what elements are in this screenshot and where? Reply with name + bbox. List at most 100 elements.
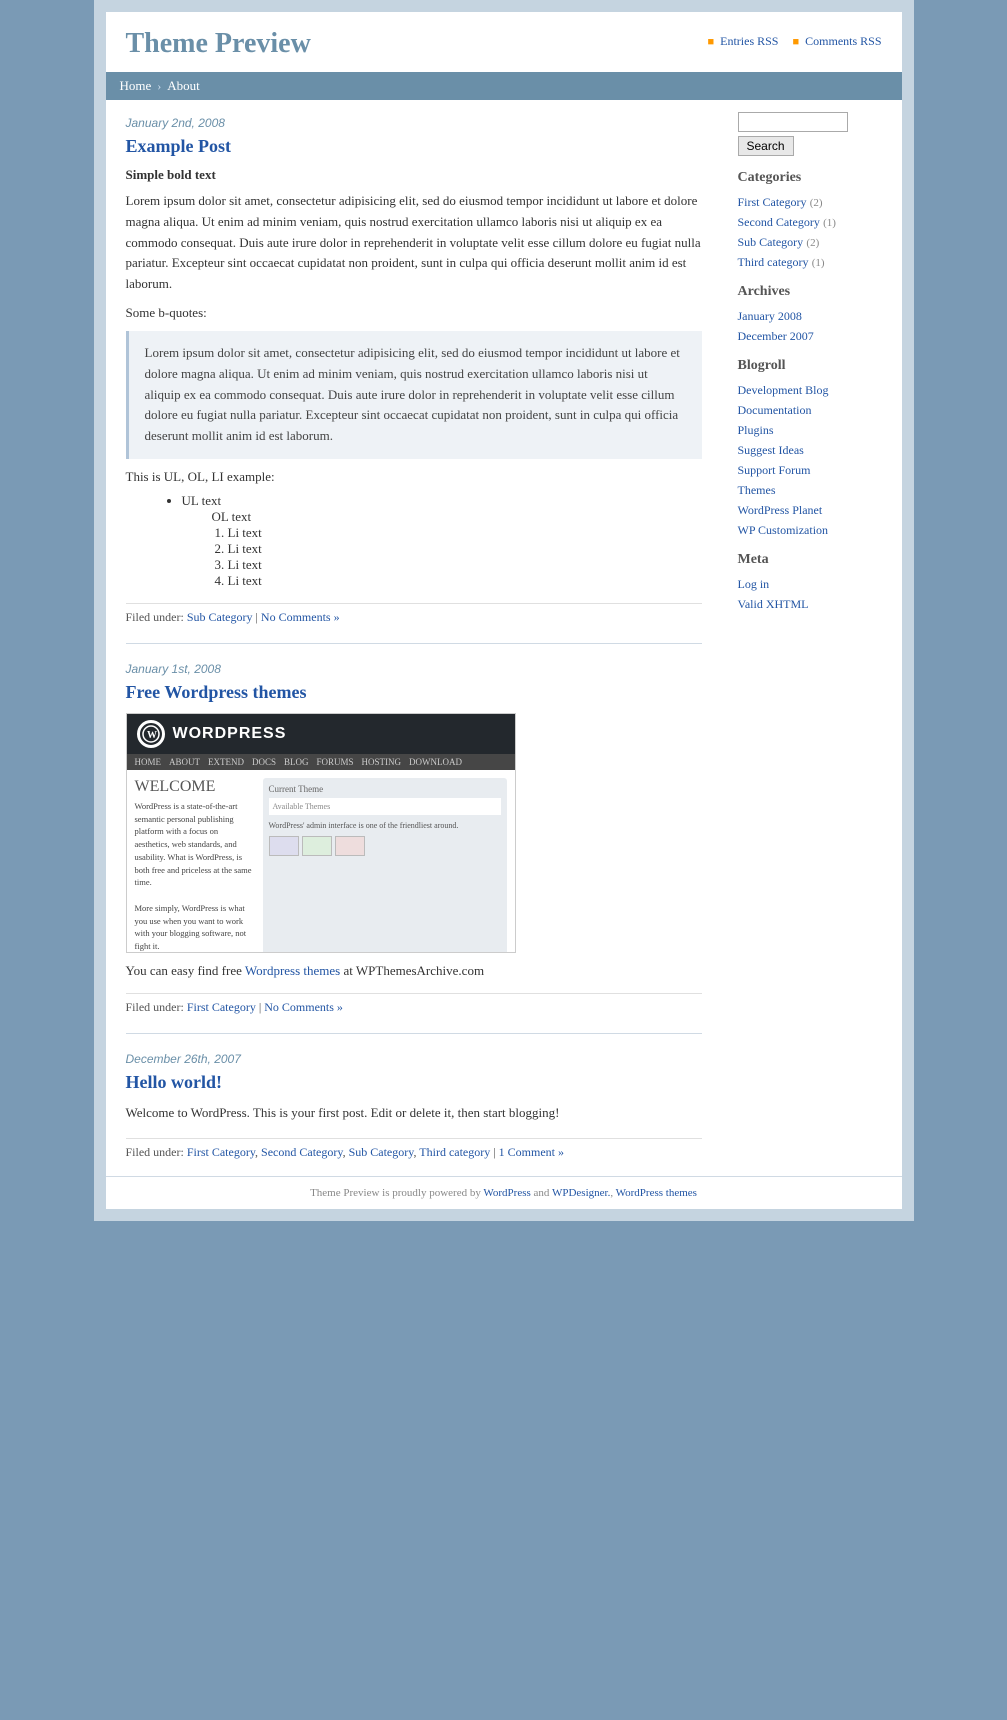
- post2-title-link[interactable]: Free Wordpress themes: [126, 682, 307, 702]
- meta-list: Log in Valid XHTML: [738, 576, 886, 612]
- archive-dec2007[interactable]: December 2007: [738, 329, 814, 343]
- sidebar: Search Categories First Category (2) Sec…: [722, 100, 902, 1176]
- post3-date: December 26th, 2007: [126, 1052, 702, 1066]
- list-item: Valid XHTML: [738, 596, 886, 612]
- nav-home[interactable]: Home: [120, 78, 152, 94]
- post2-filed-under: Filed under: First Category | No Comment…: [126, 993, 702, 1015]
- post3-filed-under: Filed under: First Category, Second Cate…: [126, 1138, 702, 1160]
- post3-comments[interactable]: 1 Comment »: [499, 1145, 564, 1159]
- list-item: Support Forum: [738, 462, 886, 478]
- search-box: Search: [738, 112, 886, 156]
- header-rss: ■ Entries RSS ■ Comments RSS: [707, 34, 881, 49]
- list-item: Plugins: [738, 422, 886, 438]
- blogroll-themes[interactable]: Themes: [738, 483, 776, 497]
- post2-date: January 1st, 2008: [126, 662, 702, 676]
- archives-title: Archives: [738, 284, 886, 300]
- list-item: January 2008: [738, 308, 886, 324]
- post1-filed-under: Filed under: Sub Category | No Comments …: [126, 603, 702, 625]
- wp-body-text: WordPress is a state-of-the-art semantic…: [135, 800, 255, 953]
- wp-body-right: Current Theme Available Themes WordPress…: [263, 778, 507, 953]
- post3-cat4[interactable]: Third category: [419, 1145, 490, 1159]
- ul-text: UL text OL text Li text Li text Li text …: [182, 493, 702, 589]
- wp-name: WORDPRESS: [173, 725, 287, 743]
- rss-icon-comments: ■: [792, 36, 799, 48]
- wp-screenshot-body: WELCOME WordPress is a state-of-the-art …: [127, 770, 515, 953]
- meta-login[interactable]: Log in: [738, 577, 770, 591]
- post2-no-comments[interactable]: No Comments »: [264, 1000, 343, 1014]
- blogroll-wpplanet[interactable]: WordPress Planet: [738, 503, 823, 517]
- post1-no-comments[interactable]: No Comments »: [261, 610, 340, 624]
- list-item: Development Blog: [738, 382, 886, 398]
- nav-about[interactable]: About: [167, 78, 200, 94]
- meta-validxhtml[interactable]: Valid XHTML: [738, 597, 809, 611]
- wp-logo: W: [137, 720, 165, 748]
- post1-bquote-intro: Some b-quotes:: [126, 305, 702, 321]
- cat-third[interactable]: Third category: [738, 255, 809, 269]
- wp-screenshot-header: W WORDPRESS: [127, 714, 515, 754]
- search-button[interactable]: Search: [738, 136, 794, 156]
- list-item: WordPress Planet: [738, 502, 886, 518]
- post2-category-link[interactable]: First Category: [187, 1000, 256, 1014]
- list-item: Li text: [228, 525, 702, 541]
- site-title: Theme Preview: [126, 28, 311, 60]
- post3-cat3[interactable]: Sub Category: [349, 1145, 414, 1159]
- cat-first[interactable]: First Category: [738, 195, 807, 209]
- list-item: Third category (1): [738, 254, 886, 270]
- post1-blockquote: Lorem ipsum dolor sit amet, consectetur …: [126, 331, 702, 459]
- search-input[interactable]: [738, 112, 848, 132]
- list-item: Li text: [228, 557, 702, 573]
- post1-title: Example Post: [126, 136, 702, 157]
- post1-list-intro: This is UL, OL, LI example:: [126, 469, 702, 485]
- list-item: Log in: [738, 576, 886, 592]
- outer-wrapper: Theme Preview ■ Entries RSS ■ Comments R…: [94, 0, 914, 1221]
- post-divider-2: [126, 1033, 702, 1034]
- footer-themes-link[interactable]: WordPress themes: [616, 1187, 697, 1199]
- wp-welcome-title: WELCOME: [135, 778, 255, 796]
- post1-category-link[interactable]: Sub Category: [187, 610, 253, 624]
- post1-body: Lorem ipsum dolor sit amet, consectetur …: [126, 191, 702, 295]
- list-item: WP Customization: [738, 522, 886, 538]
- footer-wpd-link[interactable]: WPDesigner.: [552, 1187, 610, 1199]
- blogroll-devblog[interactable]: Development Blog: [738, 383, 829, 397]
- wp-body-left: WELCOME WordPress is a state-of-the-art …: [135, 778, 255, 953]
- blogroll-title: Blogroll: [738, 358, 886, 374]
- list-item: Themes: [738, 482, 886, 498]
- wordpress-themes-link[interactable]: Wordpress themes: [245, 963, 340, 978]
- list-item: December 2007: [738, 328, 886, 344]
- list-item: Li text: [228, 573, 702, 589]
- post-helloworld: December 26th, 2007 Hello world! Welcome…: [126, 1052, 702, 1160]
- wp-screenshot: W WORDPRESS HOME ABOUT EXTEND DOCS BLOG …: [126, 713, 516, 953]
- cat-second[interactable]: Second Category: [738, 215, 820, 229]
- blogroll-support[interactable]: Support Forum: [738, 463, 811, 477]
- meta-title: Meta: [738, 552, 886, 568]
- ol-level: OL text Li text Li text Li text Li text: [212, 509, 702, 589]
- entries-rss-link[interactable]: ■ Entries RSS: [707, 34, 778, 49]
- list-item: Suggest Ideas: [738, 442, 886, 458]
- list-item: First Category (2): [738, 194, 886, 210]
- post3-cat1[interactable]: First Category: [187, 1145, 255, 1159]
- post-freethemes: January 1st, 2008 Free Wordpress themes …: [126, 662, 702, 1015]
- blogroll-wpcustom[interactable]: WP Customization: [738, 523, 829, 537]
- list-item: Documentation: [738, 402, 886, 418]
- post2-title: Free Wordpress themes: [126, 682, 702, 703]
- comments-rss-link[interactable]: ■ Comments RSS: [792, 34, 881, 49]
- post3-cat2[interactable]: Second Category: [261, 1145, 343, 1159]
- blogroll-plugins[interactable]: Plugins: [738, 423, 774, 437]
- nav-separator: ›: [157, 79, 161, 94]
- archive-jan2008[interactable]: January 2008: [738, 309, 802, 323]
- post3-body: Welcome to WordPress. This is your first…: [126, 1103, 702, 1124]
- nav-bar: Home › About: [106, 72, 902, 100]
- list-item: Sub Category (2): [738, 234, 886, 250]
- post1-title-link[interactable]: Example Post: [126, 136, 232, 156]
- site-header: Theme Preview ■ Entries RSS ■ Comments R…: [106, 12, 902, 72]
- post2-free-text: You can easy find free Wordpress themes …: [126, 963, 702, 979]
- blogroll-docs[interactable]: Documentation: [738, 403, 812, 417]
- cat-sub[interactable]: Sub Category: [738, 235, 804, 249]
- categories-list: First Category (2) Second Category (1) S…: [738, 194, 886, 270]
- footer-wp-link[interactable]: WordPress: [483, 1187, 530, 1199]
- post3-title-link[interactable]: Hello world!: [126, 1072, 223, 1092]
- list-item: Second Category (1): [738, 214, 886, 230]
- wp-screenshot-nav: HOME ABOUT EXTEND DOCS BLOG FORUMS HOSTI…: [127, 754, 515, 770]
- blogroll-suggest[interactable]: Suggest Ideas: [738, 443, 804, 457]
- post-divider-1: [126, 643, 702, 644]
